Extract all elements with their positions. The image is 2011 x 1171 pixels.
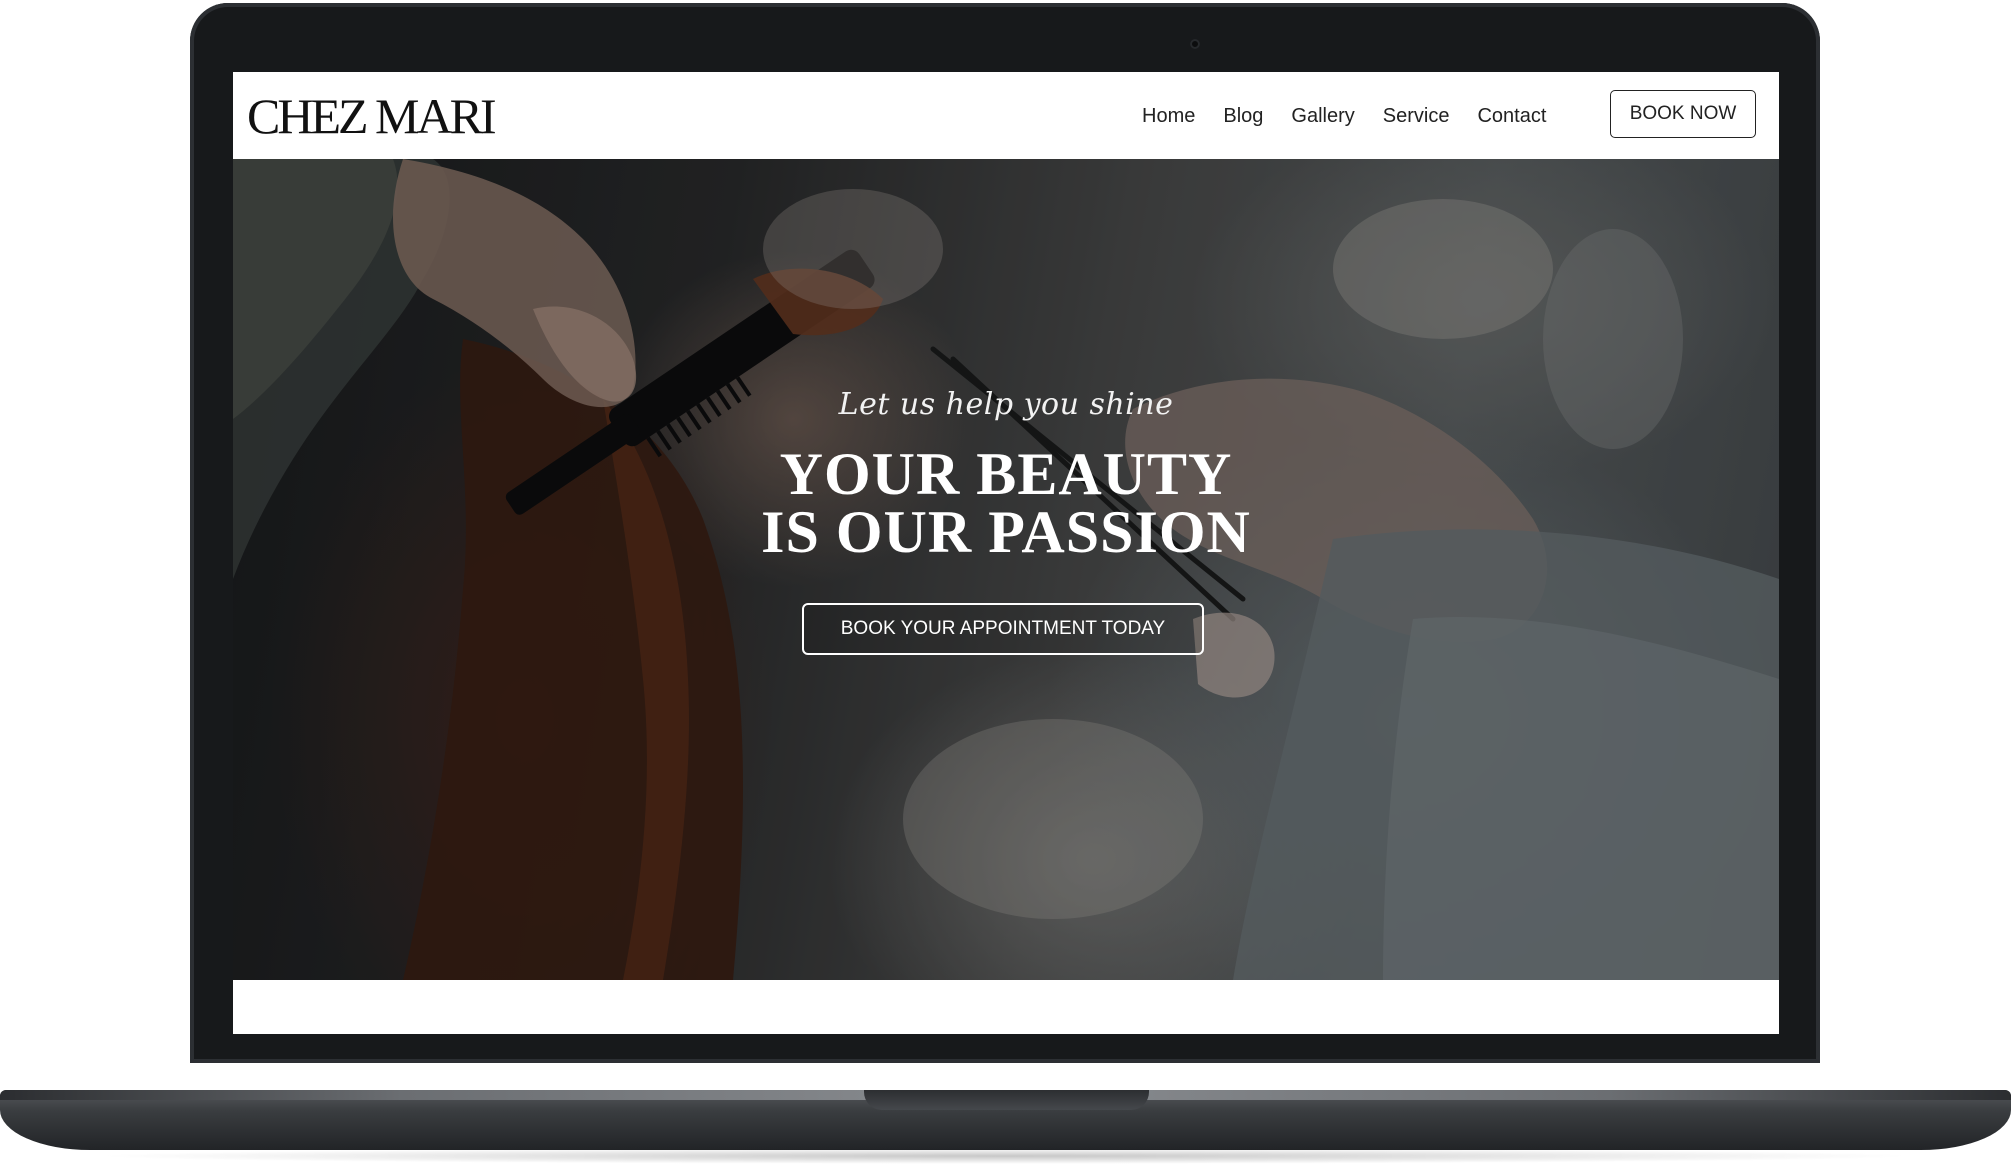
hero-section: Let us help you shine YOUR BEAUTY IS OUR… bbox=[233, 159, 1779, 980]
hero-headline-line-1: YOUR BEAUTY bbox=[779, 441, 1233, 507]
site-header: CHEZ MARI Home Blog Gallery Service Cont… bbox=[233, 72, 1779, 159]
site-logo[interactable]: CHEZ MARI bbox=[247, 86, 497, 146]
nav-blog[interactable]: Blog bbox=[1223, 100, 1263, 132]
hero-headline-line-2: IS OUR PASSION bbox=[761, 499, 1251, 565]
laptop-screen: CHEZ MARI Home Blog Gallery Service Cont… bbox=[233, 72, 1779, 1034]
hero-dark-overlay bbox=[233, 159, 1779, 980]
nav-service[interactable]: Service bbox=[1383, 100, 1450, 132]
nav-gallery[interactable]: Gallery bbox=[1291, 100, 1354, 132]
page-content-strip bbox=[233, 980, 1779, 1034]
hero-tagline: Let us help you shine bbox=[838, 387, 1174, 422]
book-appointment-button[interactable]: BOOK YOUR APPOINTMENT TODAY bbox=[802, 603, 1204, 655]
laptop-mockup: CHEZ MARI Home Blog Gallery Service Cont… bbox=[0, 0, 2011, 1171]
webcam bbox=[1190, 39, 1200, 49]
hero-headline: YOUR BEAUTY IS OUR PASSION bbox=[233, 441, 1779, 565]
main-nav: Home Blog Gallery Service Contact bbox=[1142, 100, 1546, 132]
nav-home[interactable]: Home bbox=[1142, 100, 1195, 132]
laptop-opening-notch bbox=[864, 1090, 1149, 1110]
laptop-shadow bbox=[90, 1148, 1920, 1164]
nav-contact[interactable]: Contact bbox=[1477, 100, 1546, 132]
book-now-button[interactable]: BOOK NOW bbox=[1610, 90, 1756, 138]
